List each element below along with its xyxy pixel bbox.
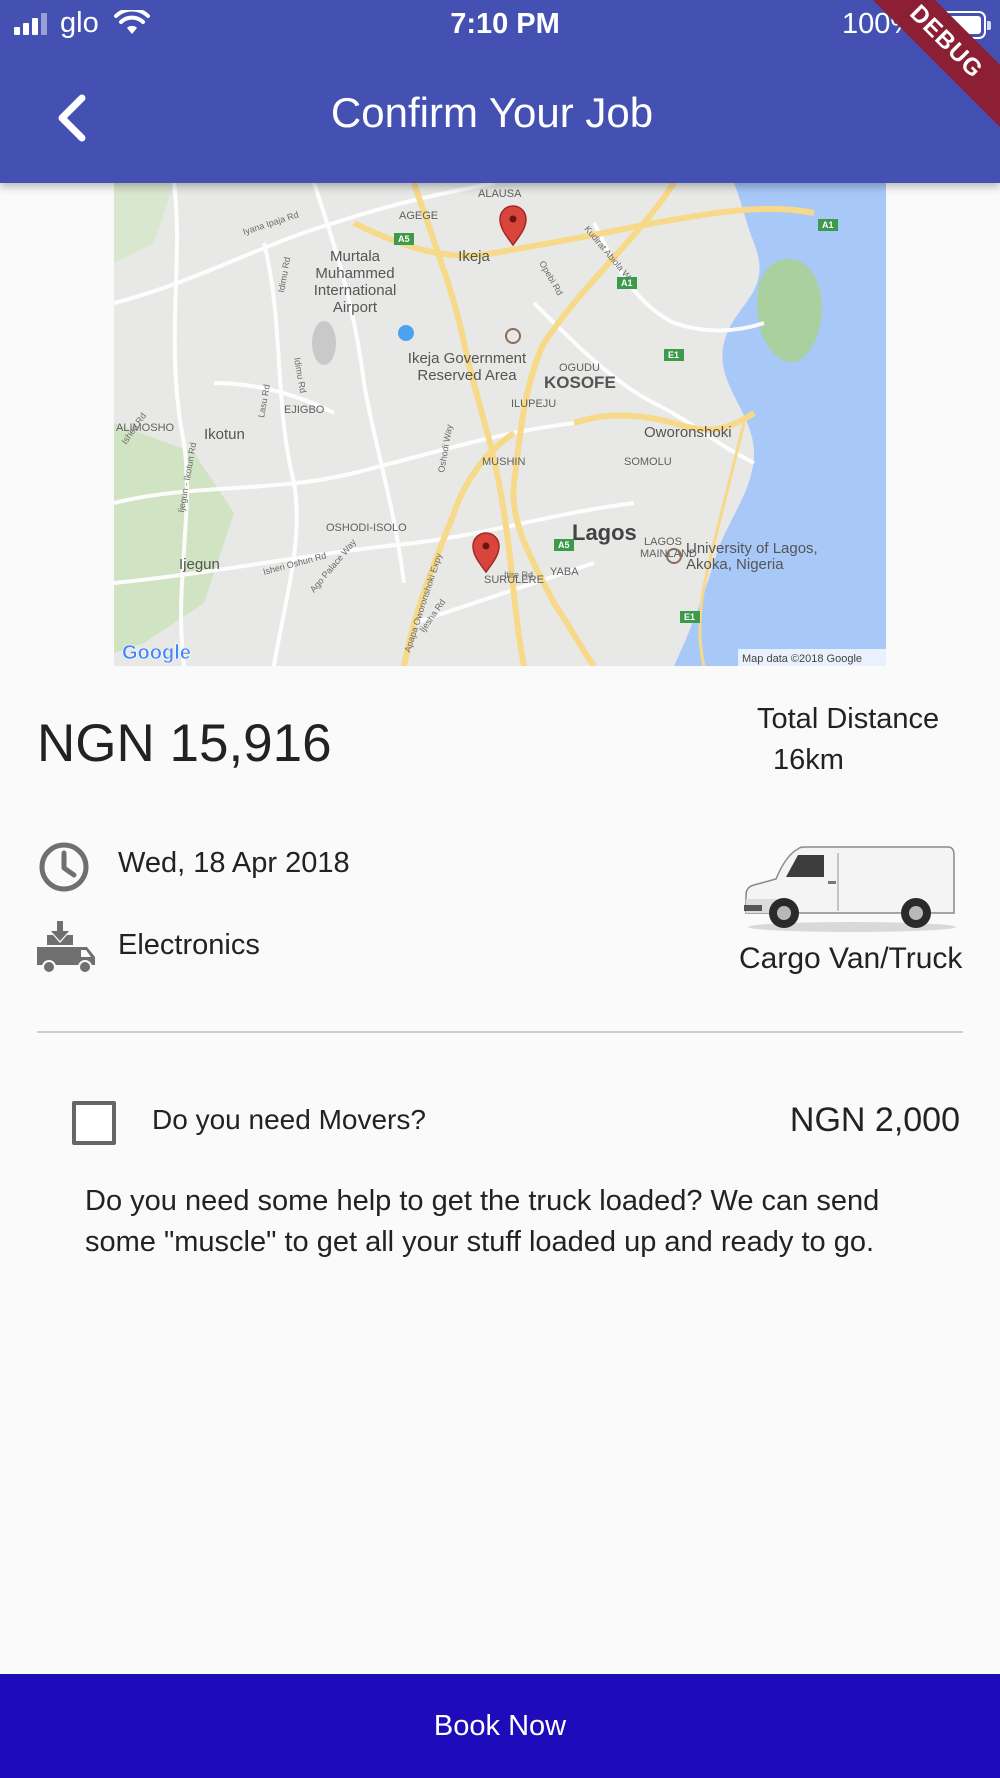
map-label: SOMOLU [624,456,672,468]
road-shield: E1 [668,350,679,360]
clock-icon [39,842,89,892]
map-attribution: Map data ©2018 Google [742,653,862,665]
truck-loading-icon [37,921,95,974]
map-label: Lagos [572,520,637,545]
google-logo: Google [122,642,191,664]
airport-runway [312,321,336,365]
map-label: ALAUSA [478,188,522,200]
total-distance-label: Total Distance [757,703,940,735]
map-label: MUSHIN [482,456,525,468]
map-label: Muhammed [315,265,394,282]
movers-description: Do you need some help to get the truck l… [85,1185,880,1258]
dropoff-pin-icon[interactable] [472,532,500,574]
book-now-button[interactable]: Book Now [0,1674,1000,1778]
map-road-label: Opebi Rd [537,259,565,297]
map-label: Ikeja Government [408,350,527,367]
airport-icon [398,325,414,341]
landmark-icon [505,328,521,344]
map-label: International [314,282,397,299]
map-label: AGEGE [399,210,438,222]
total-distance-value: 16km [773,744,844,776]
map-label: Akoka, Nigeria [686,556,784,573]
cargo-van-image [744,846,956,932]
movers-price: NGN 2,000 [789,1101,960,1139]
route-map[interactable]: ALAUSA AGEGE OGUDU EJIGBO ALIMOSHO ILUPE… [114,183,886,666]
map-label: Airport [333,299,378,316]
road-shield: A1 [621,278,633,288]
movers-checkbox[interactable] [72,1101,116,1145]
road-shield: A5 [558,540,570,550]
map-road-label: Idimu Rd [292,357,308,394]
app-bar: glo 7:10 PM 100% Confirm Your Job [0,0,1000,183]
map-label: KOSOFE [544,373,616,392]
map-label: Reserved Area [417,367,517,384]
job-category: Electronics [118,929,260,961]
map-label: Murtala [330,248,381,265]
map-road-label: Iyana Ipaja Rd [242,209,300,236]
map-label: Oworonshoki [644,424,732,441]
movers-question[interactable]: Do you need Movers? [152,1104,426,1136]
job-price: NGN 15,916 [37,714,332,773]
map-label: OSHODI-ISOLO [326,522,407,534]
road-shield: A1 [822,220,834,230]
map-road-label: Ago Palace Way [308,537,359,595]
map-label: University of Lagos, [686,540,818,557]
map-label: Ijegun [179,556,220,573]
pickup-pin-icon[interactable] [499,205,527,247]
page-title: Confirm Your Job [330,89,654,136]
job-date: Wed, 18 Apr 2018 [118,847,350,879]
map-road-label: Idimu Rd [276,256,292,293]
map-label: YABA [550,566,579,578]
road-shield: A5 [398,234,410,244]
map-label: ILUPEJU [511,398,556,410]
section-divider [37,1031,963,1033]
park-area [114,183,174,263]
map-label: Ikotun [204,426,245,443]
road-shield: E1 [684,612,695,622]
map-label: LAGOS [644,536,682,548]
park-area [114,423,234,653]
map-label: Ikeja [458,248,490,265]
map-label: EJIGBO [284,404,325,416]
vehicle-type: Cargo Van/Truck [739,942,963,975]
status-bar: glo 7:10 PM 100% [0,0,1000,50]
map-road-label: Itire Rd [504,570,533,580]
